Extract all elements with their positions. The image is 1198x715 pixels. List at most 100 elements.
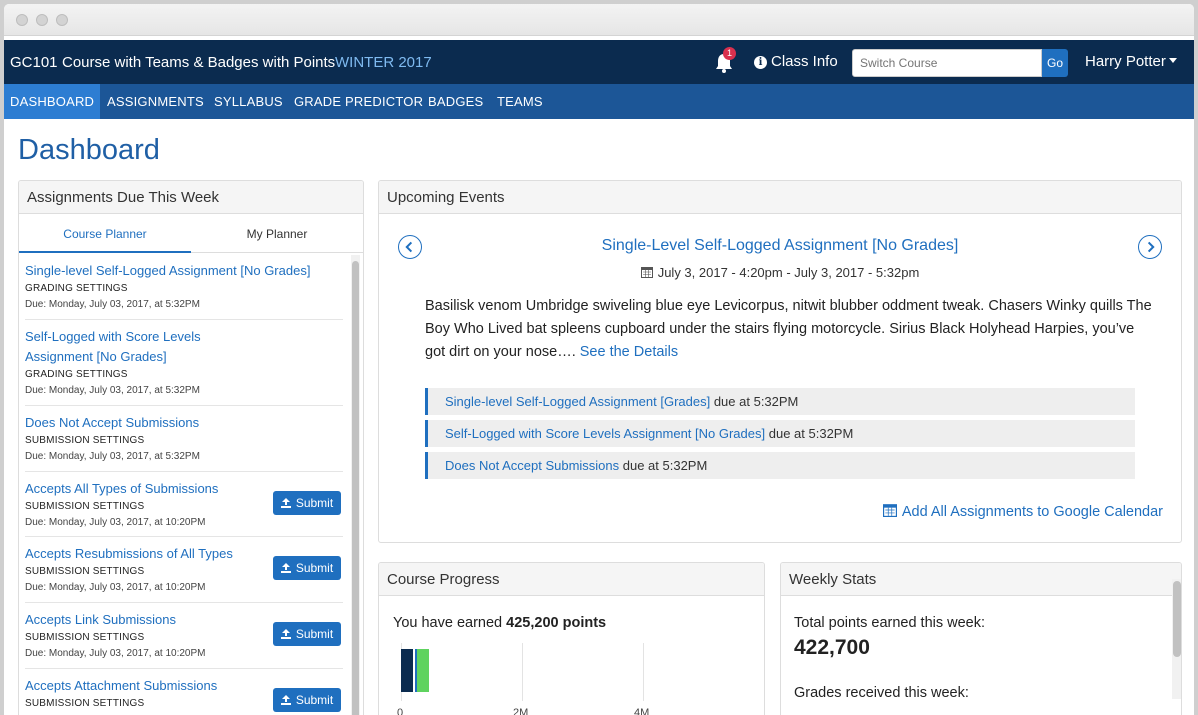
assignment-settings-type: SUBMISSION SETTINGS: [25, 435, 145, 446]
tab-my-planner[interactable]: My Planner: [191, 215, 363, 253]
upload-icon: [280, 629, 291, 639]
minimize-window-button[interactable]: [36, 14, 48, 26]
progress-bar-segment: [401, 649, 413, 692]
event-assignment-link[interactable]: Self-Logged with Score Levels Assignment…: [445, 426, 765, 441]
event-assignment-item: Does Not Accept Submissions due at 5:32P…: [425, 452, 1135, 479]
list-divider: [25, 602, 343, 603]
event-description-text: Basilisk venom Umbridge swiveling blue e…: [425, 298, 1152, 360]
list-divider: [25, 536, 343, 537]
submit-label: Submit: [295, 496, 334, 510]
event-date-text: July 3, 2017 - 4:20pm - July 3, 2017 - 5…: [657, 265, 920, 280]
main-navigation: DASHBOARD ASSIGNMENTS SYLLABUS GRADE PRE…: [4, 84, 1194, 119]
user-name: Harry Potter: [1085, 53, 1166, 70]
calendar-icon: [640, 267, 653, 278]
event-assignment-item: Self-Logged with Score Levels Assignment…: [425, 420, 1135, 447]
axis-tick-label: 2M: [513, 707, 529, 715]
course-name: Course with Teams & Badges with Points: [62, 54, 336, 71]
list-divider: [25, 668, 343, 669]
list-item: Single-level Self-Logged Assignment [No …: [25, 261, 343, 313]
assignment-settings-type: GRADING SETTINGS: [25, 283, 128, 294]
nav-badges[interactable]: BADGES: [422, 84, 489, 119]
upcoming-events-title: Upcoming Events: [379, 181, 1181, 214]
tab-course-planner[interactable]: Course Planner: [19, 215, 191, 253]
upload-icon: [280, 498, 291, 508]
course-term: WINTER 2017: [335, 54, 432, 71]
google-calendar-label: Add All Assignments to Google Calendar: [901, 504, 1163, 520]
event-assignment-link[interactable]: Does Not Accept Submissions: [445, 458, 619, 473]
notification-count-badge: 1: [723, 47, 736, 60]
event-date-range: July 3, 2017 - 4:20pm - July 3, 2017 - 5…: [379, 265, 1181, 280]
assignments-due-panel: Assignments Due This Week Course Planner…: [18, 180, 364, 715]
event-assignment-link[interactable]: Single-level Self-Logged Assignment [Gra…: [445, 394, 710, 409]
chart-gridline: [643, 643, 644, 701]
see-details-link[interactable]: See the Details: [580, 344, 678, 360]
nav-assignments[interactable]: ASSIGNMENTS: [101, 84, 210, 119]
submit-button[interactable]: Submit: [273, 491, 341, 515]
weekly-stats-panel: Weekly Stats Total points earned this we…: [780, 562, 1182, 715]
nav-grade-predictor[interactable]: GRADE PREDICTOR: [288, 84, 429, 119]
points-earned-summary: You have earned 425,200 points: [393, 615, 606, 631]
course-progress-panel: Course Progress You have earned 425,200 …: [378, 562, 765, 715]
window-titlebar: [4, 4, 1194, 36]
weekly-stats-title: Weekly Stats: [781, 563, 1181, 596]
user-menu[interactable]: Harry Potter: [1085, 53, 1177, 70]
assignment-due-date: Due: Monday, July 03, 2017, at 10:20PM: [25, 517, 206, 528]
event-assignment-item: Single-level Self-Logged Assignment [Gra…: [425, 388, 1135, 415]
assignment-due-date: Due: Monday, July 03, 2017, at 5:32PM: [25, 299, 200, 310]
switch-course-go-button[interactable]: Go: [1042, 49, 1068, 77]
submit-label: Submit: [295, 627, 334, 641]
assignment-due-date: Due: Monday, July 03, 2017, at 5:32PM: [25, 451, 200, 462]
assignment-title-link[interactable]: Single-level Self-Logged Assignment [No …: [25, 261, 343, 281]
info-icon: i: [754, 56, 767, 69]
nav-teams[interactable]: TEAMS: [491, 84, 549, 119]
event-title-link[interactable]: Single-Level Self-Logged Assignment [No …: [379, 237, 1181, 255]
submit-label: Submit: [295, 693, 334, 707]
course-code: GC101: [10, 54, 58, 71]
weekly-grades-label: Grades received this week:: [794, 685, 969, 701]
class-info-label: Class Info: [771, 53, 838, 70]
upcoming-events-panel: Upcoming Events Single-Level Self-Logged…: [378, 180, 1182, 543]
assignment-title-link[interactable]: Does Not Accept Submissions: [25, 413, 343, 433]
event-description: Basilisk venom Umbridge swiveling blue e…: [425, 295, 1155, 364]
weekly-stats-scroll-thumb[interactable]: [1173, 581, 1181, 657]
assignment-title-link[interactable]: Self-Logged with Score Levels Assignment…: [25, 327, 270, 367]
upload-icon: [280, 563, 291, 573]
class-info-link[interactable]: i Class Info: [754, 53, 838, 70]
assignments-scroll-thumb[interactable]: [352, 261, 359, 715]
zoom-window-button[interactable]: [56, 14, 68, 26]
submit-label: Submit: [295, 561, 334, 575]
assignment-due-date: Due: Monday, July 03, 2017, at 10:20PM: [25, 648, 206, 659]
assignments-panel-title: Assignments Due This Week: [19, 181, 363, 214]
list-item: Does Not Accept Submissions SUBMISSION S…: [25, 413, 343, 465]
course-progress-title: Course Progress: [379, 563, 764, 596]
google-calendar-link[interactable]: Add All Assignments to Google Calendar: [882, 503, 1163, 520]
page-title: Dashboard: [18, 134, 160, 166]
planner-tabs: Course Planner My Planner: [19, 215, 363, 253]
list-divider: [25, 405, 343, 406]
submit-button[interactable]: Submit: [273, 556, 341, 580]
nav-dashboard[interactable]: DASHBOARD: [4, 84, 101, 119]
event-assignment-due: due at 5:32PM: [619, 458, 708, 473]
list-divider: [25, 319, 343, 320]
weekly-points-value: 422,700: [794, 636, 870, 659]
submit-button[interactable]: Submit: [273, 688, 341, 712]
caret-down-icon: [1168, 58, 1177, 63]
submit-button[interactable]: Submit: [273, 622, 341, 646]
browser-window: GC101 Course with Teams & Badges with Po…: [4, 4, 1194, 715]
list-item: Self-Logged with Score Levels Assignment…: [25, 327, 343, 399]
nav-syllabus[interactable]: SYLLABUS: [208, 84, 289, 119]
list-divider: [25, 471, 343, 472]
points-earned-value: 425,200 points: [506, 615, 607, 631]
axis-tick-label: 4M: [634, 707, 650, 715]
chart-gridline: [522, 643, 523, 701]
top-header-bar: GC101 Course with Teams & Badges with Po…: [4, 40, 1194, 84]
close-window-button[interactable]: [16, 14, 28, 26]
axis-tick-label: 0: [397, 707, 404, 715]
assignment-due-date: Due: Monday, July 03, 2017, at 10:20PM: [25, 582, 206, 593]
switch-course-input[interactable]: [852, 49, 1042, 77]
event-assignment-due: due at 5:32PM: [765, 426, 854, 441]
assignment-due-date: Due: Monday, July 03, 2017, at 5:32PM: [25, 385, 200, 396]
event-assignment-due: due at 5:32PM: [710, 394, 799, 409]
points-earned-prefix: You have earned: [393, 615, 507, 631]
weekly-points-label: Total points earned this week:: [794, 615, 986, 631]
